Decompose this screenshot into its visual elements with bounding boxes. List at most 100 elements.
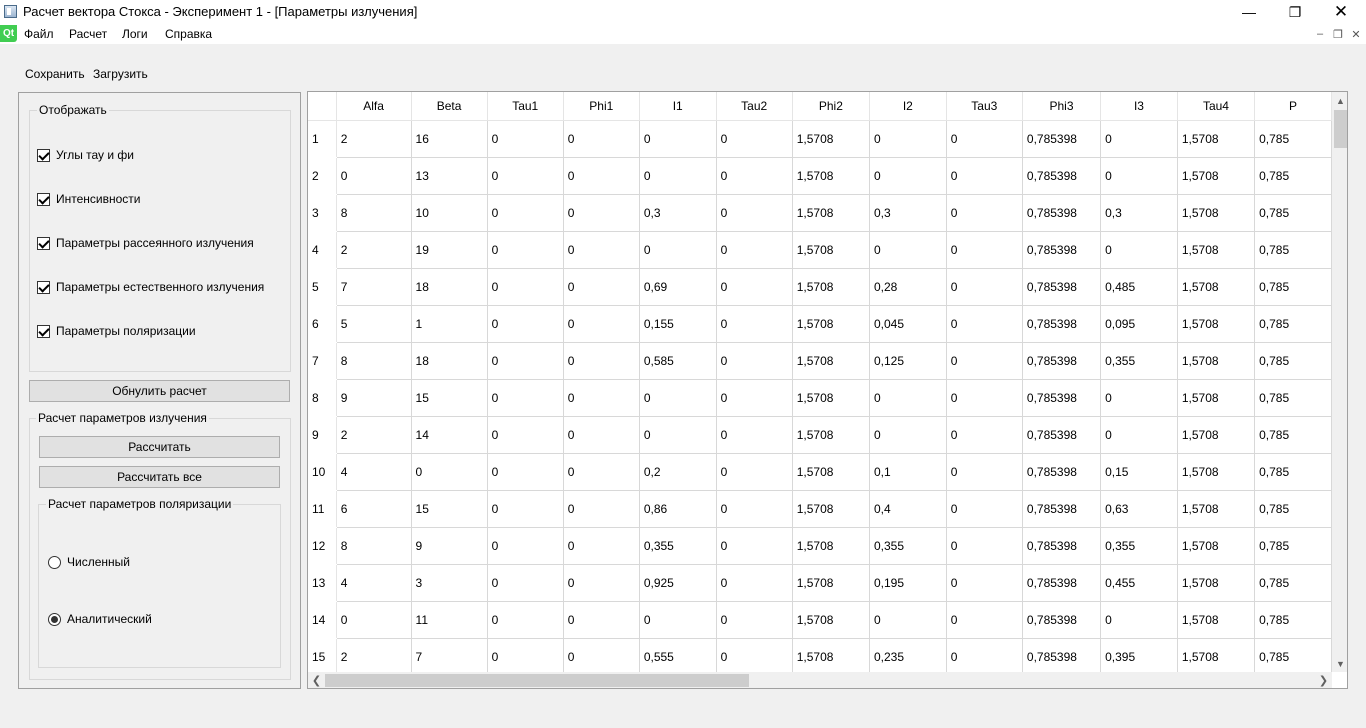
table-cell[interactable]: 1,5708 (792, 379, 870, 417)
table-cell[interactable]: 0 (869, 120, 947, 158)
table-cell[interactable]: 0,785398 (1022, 453, 1102, 491)
table-cell[interactable]: 0 (716, 379, 793, 417)
table-cell[interactable]: 0 (946, 268, 1023, 306)
radio-numerical[interactable]: Численный (48, 555, 130, 569)
table-cell[interactable]: 0 (716, 638, 793, 672)
table-cell[interactable]: 3 (411, 564, 488, 602)
table-cell[interactable]: 1,5708 (1177, 157, 1256, 195)
table-cell[interactable]: 0,63 (1100, 490, 1178, 528)
table-cell[interactable]: 0 (487, 268, 564, 306)
table-cell[interactable]: 0,3 (639, 194, 717, 232)
table-cell[interactable]: 0 (716, 194, 793, 232)
menu-file[interactable]: Файл (24, 27, 54, 41)
table-row[interactable]: 4 2 19 0 0 0 0 1,5708 0 0 0,785398 0 1,5708 0,785 (308, 231, 1332, 269)
table-cell[interactable]: 0 (869, 416, 947, 454)
column-header[interactable]: Phi2 (792, 92, 870, 121)
table-cell[interactable]: 0 (946, 157, 1023, 195)
row-header[interactable]: 11 (308, 490, 337, 528)
table-cell[interactable]: 1,5708 (1177, 416, 1256, 454)
menu-calculation[interactable]: Расчет (69, 27, 107, 41)
table-cell[interactable]: 0 (336, 601, 412, 639)
table-cell[interactable]: 1,5708 (792, 416, 870, 454)
table-cell[interactable]: 0 (563, 120, 640, 158)
table-cell[interactable]: 0,785398 (1022, 638, 1102, 672)
table-cell[interactable]: 0 (716, 157, 793, 195)
reset-calculation-button[interactable]: Обнулить расчет (29, 380, 290, 402)
mdi-close-button[interactable]: ✕ (1347, 26, 1365, 42)
column-header[interactable]: Tau3 (946, 92, 1023, 121)
table-cell[interactable]: 1,5708 (1177, 490, 1256, 528)
table-cell[interactable]: 1,5708 (792, 268, 870, 306)
table-row[interactable]: 11 6 15 0 0 0,86 0 1,5708 0,4 0 0,785398 0,63 1,5708… (308, 490, 1332, 528)
table-cell[interactable]: 0 (1100, 120, 1178, 158)
table-cell[interactable]: 1,5708 (1177, 120, 1256, 158)
table-cell[interactable]: 1,5708 (1177, 194, 1256, 232)
table-corner[interactable] (308, 92, 337, 121)
table-cell[interactable]: 1,5708 (1177, 268, 1256, 306)
row-header[interactable]: 5 (308, 268, 337, 306)
table-cell[interactable]: 0 (639, 231, 717, 269)
table-cell[interactable]: 1,5708 (1177, 527, 1256, 565)
column-header[interactable]: Phi1 (563, 92, 640, 121)
table-cell[interactable]: 0,785398 (1022, 379, 1102, 417)
table-cell[interactable]: 0 (946, 379, 1023, 417)
row-header[interactable]: 4 (308, 231, 337, 269)
table-cell[interactable]: 1,5708 (1177, 601, 1256, 639)
table-cell[interactable]: 0,69 (639, 268, 717, 306)
row-header[interactable]: 9 (308, 416, 337, 454)
scroll-right-arrow-icon[interactable]: ❯ (1315, 672, 1332, 688)
row-header[interactable]: 13 (308, 564, 337, 602)
radio-button[interactable] (48, 612, 61, 626)
table-cell[interactable]: 0,3 (1100, 194, 1178, 232)
row-header[interactable]: 8 (308, 379, 337, 417)
checkbox-intensities[interactable]: Интенсивности (37, 192, 141, 206)
table-cell[interactable]: 0 (946, 416, 1023, 454)
calculate-button[interactable]: Рассчитать (39, 436, 280, 458)
scroll-down-arrow-icon[interactable]: ▼ (1332, 655, 1347, 672)
table-cell[interactable]: 0 (716, 268, 793, 306)
table-cell[interactable]: 8 (336, 527, 412, 565)
scroll-left-arrow-icon[interactable]: ❮ (308, 672, 325, 688)
table-cell[interactable]: 0,195 (869, 564, 947, 602)
table-cell[interactable]: 1,5708 (1177, 231, 1256, 269)
table-cell[interactable]: 0,355 (639, 527, 717, 565)
checkbox-polarization-params[interactable]: Параметры поляризации (37, 324, 196, 338)
table-row[interactable]: 2 0 13 0 0 0 0 1,5708 0 0 0,785398 0 1,5708 0,785 (308, 157, 1332, 195)
table-cell[interactable]: 0 (946, 564, 1023, 602)
checkbox-box[interactable] (37, 236, 50, 250)
data-grid[interactable]: Alfa Beta Tau1 Phi1 I1 Tau2 Phi2 I2 Tau3 Phi3 I3 Ta… (308, 92, 1332, 672)
table-cell[interactable]: 13 (411, 157, 488, 195)
table-cell[interactable]: 0 (563, 305, 640, 343)
table-cell[interactable]: 0 (946, 120, 1023, 158)
table-cell[interactable]: 0,785398 (1022, 564, 1102, 602)
table-cell[interactable]: 0 (487, 564, 564, 602)
table-cell[interactable]: 0 (487, 379, 564, 417)
horizontal-scrollbar[interactable]: ❮ ❯ (308, 672, 1332, 688)
table-cell[interactable]: 1,5708 (1177, 379, 1256, 417)
column-header[interactable]: Tau1 (487, 92, 564, 121)
table-cell[interactable]: 10 (411, 194, 488, 232)
table-cell[interactable]: 0,4 (869, 490, 947, 528)
table-cell[interactable]: 0 (563, 194, 640, 232)
parameters-table[interactable]: Alfa Beta Tau1 Phi1 I1 Tau2 Phi2 I2 Tau3 Phi3 I3 Ta… (307, 91, 1348, 689)
table-cell[interactable]: 18 (411, 268, 488, 306)
table-cell[interactable]: 0,785398 (1022, 305, 1102, 343)
table-cell[interactable]: 0,355 (1100, 342, 1178, 380)
table-cell[interactable]: 0,455 (1100, 564, 1178, 602)
table-row[interactable]: 8 9 15 0 0 0 0 1,5708 0 0 0,785398 0 1,5708 0,785 (308, 379, 1332, 417)
table-row[interactable]: 14 0 11 0 0 0 0 1,5708 0 0 0,785398 0 1,5708 0,785 (308, 601, 1332, 639)
table-cell[interactable]: 0 (563, 342, 640, 380)
table-cell[interactable]: 0 (336, 157, 412, 195)
scroll-up-arrow-icon[interactable]: ▲ (1332, 92, 1347, 109)
table-row[interactable]: 6 5 1 0 0 0,155 0 1,5708 0,045 0 0,785398 0,095 1,57… (308, 305, 1332, 343)
table-cell[interactable]: 0,785 (1254, 416, 1332, 454)
table-cell[interactable]: 0 (716, 416, 793, 454)
table-cell[interactable]: 0,235 (869, 638, 947, 672)
table-cell[interactable]: 6 (336, 490, 412, 528)
table-cell[interactable]: 0,785398 (1022, 268, 1102, 306)
row-header[interactable]: 15 (308, 638, 337, 672)
table-cell[interactable]: 0 (487, 601, 564, 639)
table-cell[interactable]: 0,785 (1254, 231, 1332, 269)
table-cell[interactable]: 16 (411, 120, 488, 158)
table-cell[interactable]: 0 (563, 564, 640, 602)
